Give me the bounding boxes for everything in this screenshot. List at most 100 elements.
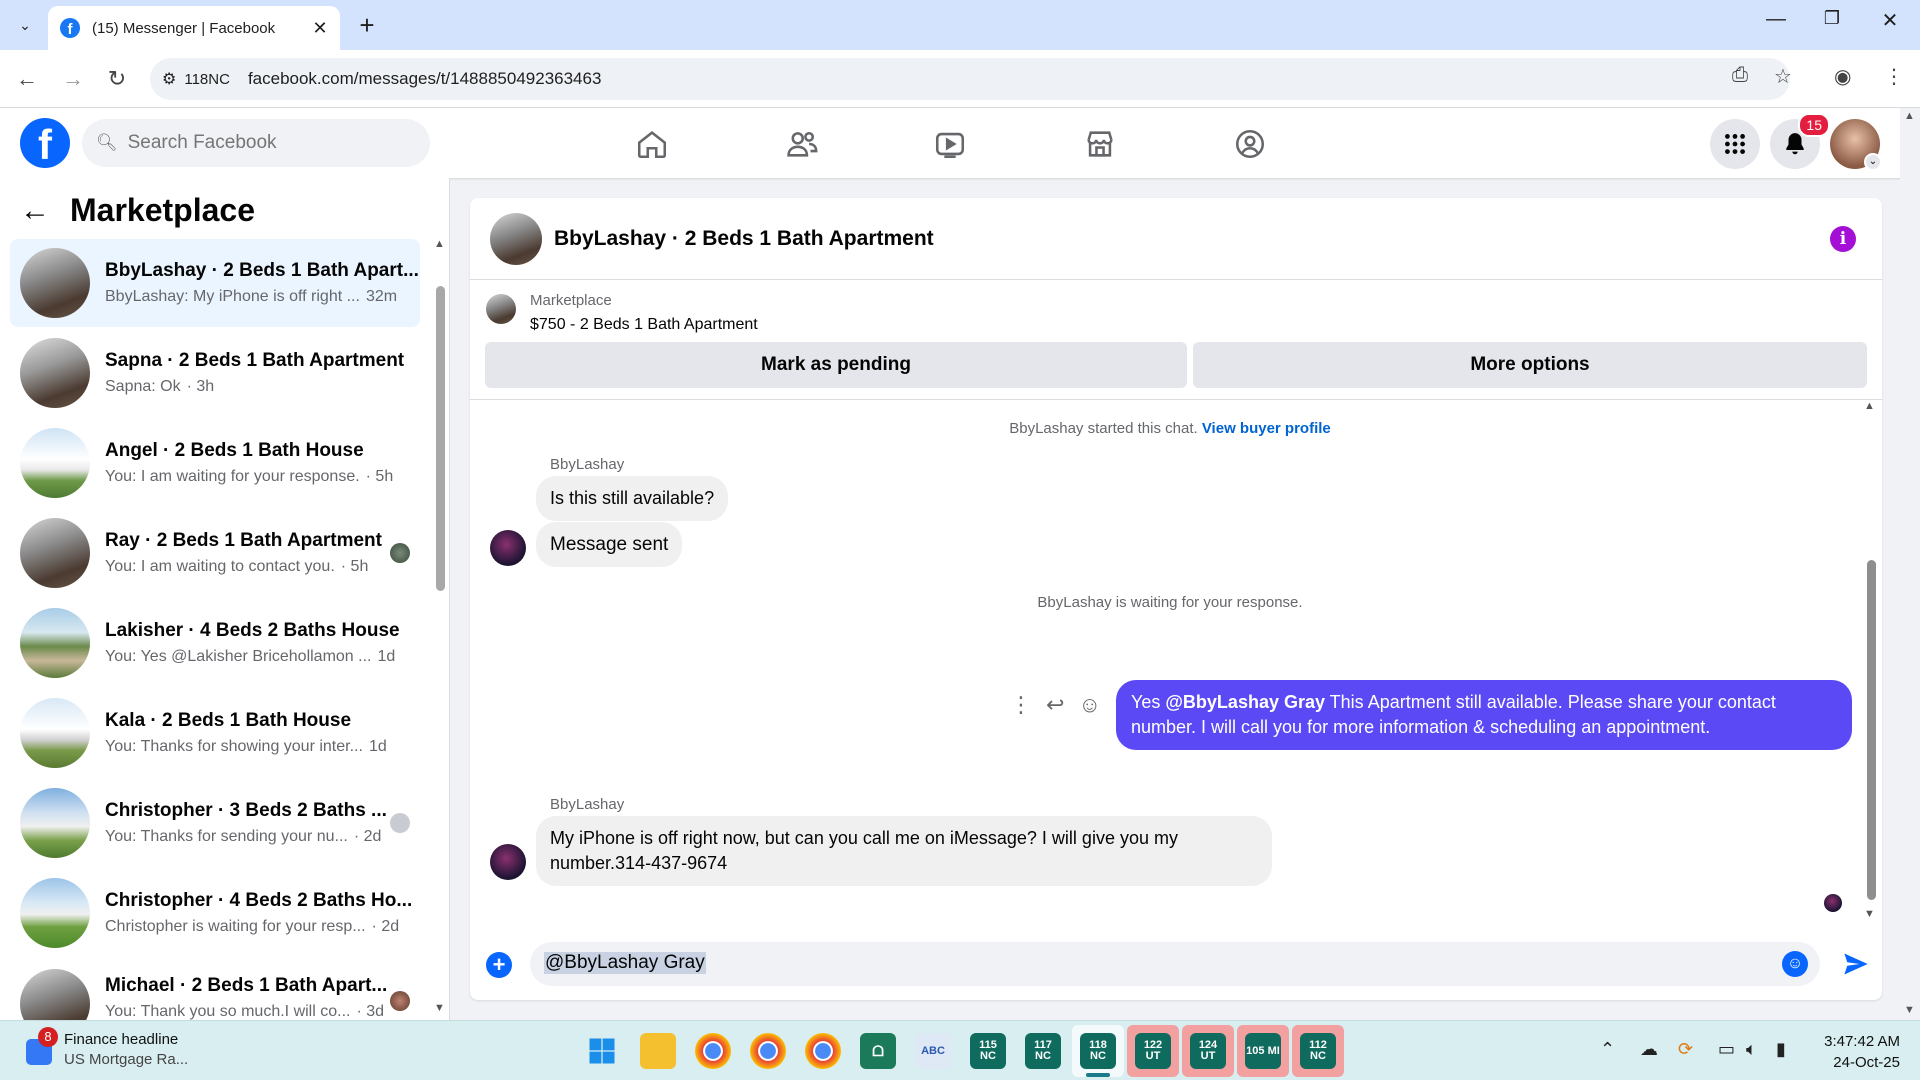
taskbar-app[interactable]: 118 NC (1080, 1033, 1116, 1069)
account-chevron-icon[interactable]: ⌄ (1864, 153, 1882, 171)
emoji-icon[interactable]: ☺ (1782, 951, 1808, 977)
taskbar-app[interactable]: 124 UT (1190, 1033, 1226, 1069)
browser-menu-icon[interactable]: ⋮ (1884, 64, 1904, 89)
outgoing-message[interactable]: Yes @BbyLashay Gray This Apartment still… (1116, 680, 1852, 750)
tab-search-chevron-icon[interactable]: ⌄ (10, 12, 40, 38)
scrollbar-thumb[interactable] (1867, 560, 1876, 900)
react-emoji-icon[interactable]: ☺ (1078, 692, 1100, 718)
profile-icon[interactable]: ◉ (1834, 64, 1851, 89)
watch-video-icon[interactable] (920, 122, 980, 166)
address-bar[interactable]: ⚙ 118NC facebook.com/messages/t/14888504… (150, 58, 1790, 100)
conversation-item[interactable]: Ray · 2 Beds 1 Bath Apartment You: I am … (10, 509, 420, 597)
conversation-item[interactable]: Sapna · 2 Beds 1 Bath Apartment Sapna: O… (10, 329, 420, 417)
taskbar-app[interactable]: 122 UT (1135, 1033, 1171, 1069)
scroll-down-arrow-icon[interactable]: ▼ (1864, 908, 1875, 920)
conversation-item[interactable]: Angel · 2 Beds 1 Bath House You: I am wa… (10, 419, 420, 507)
info-icon[interactable]: i (1830, 226, 1856, 252)
taskbar-app[interactable]: 115 NC (970, 1033, 1006, 1069)
scrollbar-thumb[interactable] (436, 286, 445, 591)
volume-icon[interactable]: 🔈︎ (1746, 1039, 1757, 1060)
forward-arrow-icon[interactable]: → (58, 64, 88, 94)
site-info-chip[interactable]: ⚙ 118NC (162, 69, 240, 89)
more-options-icon[interactable]: ⋮ (1010, 692, 1032, 718)
window-close-icon[interactable]: ✕ (1870, 8, 1910, 33)
more-options-button[interactable]: More options (1193, 342, 1867, 388)
chrome-icon[interactable] (695, 1033, 731, 1069)
app-icon[interactable]: ᗝ (860, 1033, 896, 1069)
url-text[interactable]: facebook.com/messages/t/1488850492363463 (248, 69, 601, 89)
send-icon[interactable] (1842, 950, 1870, 978)
chrome-profile-icon[interactable] (750, 1033, 786, 1069)
app-icon[interactable]: ABC (915, 1033, 951, 1069)
listing-source: Marketplace (530, 292, 612, 309)
chrome-profile-icon[interactable] (805, 1033, 841, 1069)
conversation-preview: Christopher is waiting for your resp... (105, 918, 366, 935)
taskbar-app[interactable]: 117 NC (1025, 1033, 1061, 1069)
gaming-icon[interactable] (1220, 122, 1280, 166)
view-buyer-profile-link[interactable]: View buyer profile (1202, 420, 1331, 437)
restore-icon[interactable]: ❐ (1812, 8, 1852, 29)
conversation-item[interactable]: Lakisher · 4 Beds 2 Baths House You: Yes… (10, 599, 420, 687)
facebook-search[interactable]: 🔍︎ (82, 119, 430, 167)
sender-name: BbyLashay (550, 456, 625, 473)
system-clock[interactable]: 3:47:42 AM 24-Oct-25 (1810, 1031, 1900, 1073)
scroll-down-arrow-icon[interactable]: ▼ (1904, 1004, 1915, 1016)
scroll-up-arrow-icon[interactable]: ▲ (434, 238, 445, 250)
incoming-message[interactable]: Is this still available? (536, 476, 729, 521)
conversation-item[interactable]: Michael · 2 Beds 1 Bath Apart... You: Th… (10, 959, 420, 1020)
conversation-item[interactable]: BbyLashay · 2 Beds 1 Bath Apart... BbyLa… (10, 239, 420, 327)
seen-avatar (390, 991, 410, 1011)
reload-icon[interactable]: ↻ (102, 64, 132, 94)
facebook-logo-icon[interactable]: f (20, 118, 70, 168)
sender-avatar[interactable] (490, 844, 526, 880)
onedrive-icon[interactable]: ☁ (1640, 1039, 1658, 1060)
browser-tab-messenger[interactable]: f (15) Messenger | Facebook ✕ (48, 6, 340, 50)
news-headline[interactable]: Finance headline (64, 1031, 178, 1048)
chat-scrollbar[interactable]: ▲ ▼ (1864, 400, 1878, 920)
conversation-item[interactable]: Christopher · 4 Beds 2 Baths Ho... Chris… (10, 869, 420, 957)
scroll-down-arrow-icon[interactable]: ▼ (434, 1002, 445, 1014)
taskbar-app[interactable]: 112 NC (1300, 1033, 1336, 1069)
conversation-preview: You: I am waiting for your response. (105, 468, 360, 485)
sidebar-scrollbar[interactable]: ▲ ▼ (434, 238, 446, 1014)
marketplace-icon[interactable] (1070, 122, 1130, 166)
scroll-up-arrow-icon[interactable]: ▲ (1904, 110, 1915, 122)
mark-as-pending-button[interactable]: Mark as pending (485, 342, 1187, 388)
network-icon[interactable]: ▭ (1718, 1039, 1735, 1060)
new-tab-icon[interactable]: + (352, 10, 382, 41)
sender-avatar[interactable] (490, 530, 526, 566)
listing-price-title[interactable]: $750 - 2 Beds 1 Bath Apartment (530, 316, 758, 334)
conversation-item[interactable]: Kala · 2 Beds 1 Bath House You: Thanks f… (10, 689, 420, 777)
notifications-bell-icon[interactable]: 15 (1770, 113, 1830, 169)
start-windows-icon[interactable] (584, 1033, 620, 1069)
listing-thumbnail[interactable] (490, 212, 542, 265)
add-attachment-icon[interactable]: + (486, 952, 512, 978)
taskbar-app[interactable]: 105 MI (1245, 1033, 1281, 1069)
install-app-icon[interactable]: ⎙ (1732, 64, 1748, 87)
search-input[interactable] (127, 132, 408, 154)
message-input[interactable]: @BbyLashay Gray ☺ (530, 942, 1820, 986)
reply-icon[interactable]: ↩ (1046, 692, 1064, 718)
minimize-icon[interactable]: — (1756, 8, 1796, 31)
battery-icon[interactable]: ▮ (1776, 1039, 1786, 1060)
tab-close-icon[interactable]: ✕ (308, 18, 332, 39)
message-input-value[interactable]: @BbyLashay Gray (544, 952, 706, 974)
incoming-message[interactable]: Message sent (536, 522, 683, 567)
file-explorer-icon[interactable] (640, 1033, 676, 1069)
menu-grid-icon[interactable] (1710, 119, 1760, 169)
incoming-message[interactable]: My iPhone is off right now, but can you … (536, 816, 1272, 886)
conversation-time: · 2d (371, 918, 400, 935)
sync-icon[interactable]: ⟳ (1678, 1039, 1693, 1060)
chat-title[interactable]: BbyLashay · 2 Beds 1 Bath Apartment (554, 227, 934, 251)
read-receipt-avatar (1824, 894, 1842, 912)
page-scrollbar[interactable]: ▲ ▼ (1900, 108, 1920, 1020)
back-arrow-icon[interactable]: ← (12, 64, 42, 94)
friends-icon[interactable] (772, 122, 832, 166)
conversation-item[interactable]: Christopher · 3 Beds 2 Baths ... You: Th… (10, 779, 420, 867)
scroll-up-arrow-icon[interactable]: ▲ (1864, 400, 1875, 412)
news-subtitle[interactable]: US Mortgage Ra... (64, 1051, 188, 1068)
bookmark-star-icon[interactable]: ☆ (1774, 64, 1792, 89)
tray-chevron-icon[interactable]: ⌃ (1600, 1039, 1615, 1060)
home-icon[interactable] (622, 122, 682, 166)
back-arrow-icon[interactable]: ← (20, 194, 60, 228)
